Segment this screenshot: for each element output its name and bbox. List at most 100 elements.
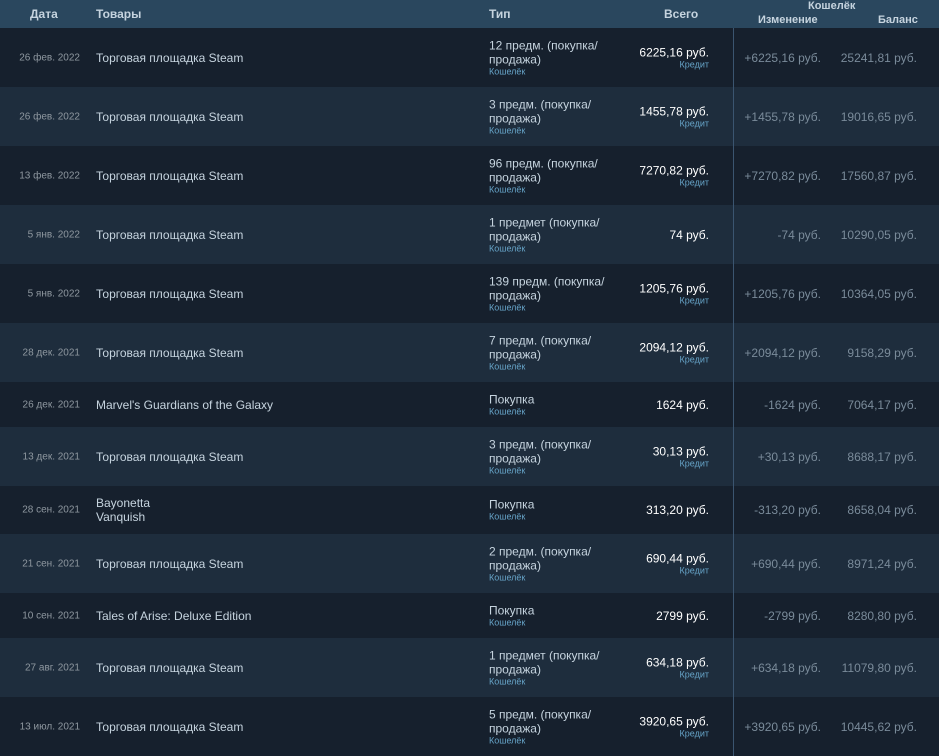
row-type: 139 предм. (покупка/ продажа) Кошелёк <box>489 274 629 313</box>
type-label: 1 предмет (покупка/ продажа) <box>489 215 600 243</box>
row-wallet-balance: 9158,29 руб. <box>847 345 917 360</box>
type-source: Кошелёк <box>489 511 526 522</box>
item-name[interactable]: Торговая площадка Steam <box>96 557 243 571</box>
row-wallet-change: -1624 руб. <box>764 397 821 412</box>
row-type: 96 предм. (покупка/ продажа) Кошелёк <box>489 156 629 195</box>
type-source: Кошелёк <box>489 465 526 475</box>
row-total: 1455,78 руб. Кредит <box>639 104 709 129</box>
total-credit-label: Кредит <box>679 669 709 679</box>
type-label: 3 предм. (покупка/ продажа) <box>489 437 592 465</box>
row-wallet-balance: 11079,80 руб. <box>841 660 917 675</box>
total-credit-label: Кредит <box>679 728 709 738</box>
table-row[interactable]: 28 дек. 2021 Торговая площадка Steam 7 пре… <box>0 323 939 382</box>
row-wallet-change: +1455,78 руб. <box>744 109 821 124</box>
row-items: Торговая площадка Steam <box>96 661 243 675</box>
wallet-column-divider <box>733 382 734 427</box>
row-type: 12 предм. (покупка/ продажа) Кошелёк <box>489 38 629 77</box>
table-row[interactable]: 13 фев. 2022 Торговая площадка Steam 96 пр… <box>0 146 939 205</box>
total-credit-label: Кредит <box>679 118 709 128</box>
row-items: Торговая площадка Steam <box>96 720 243 734</box>
wallet-column-divider <box>733 87 734 146</box>
total-credit-label: Кредит <box>679 354 709 364</box>
row-wallet-balance: 7064,17 руб. <box>847 397 917 412</box>
item-name[interactable]: Торговая площадка Steam <box>96 720 243 734</box>
total-amount: 2094,12 руб. <box>639 340 709 354</box>
wallet-history-table: Дата Товары Тип Всего Кошелёк Изменение … <box>0 0 939 756</box>
row-items: Торговая площадка Steam <box>96 287 243 301</box>
row-wallet-balance: 8971,24 руб. <box>847 556 917 571</box>
table-row[interactable]: 21 сен. 2021 Торговая площадка Steam 2 пре… <box>0 534 939 593</box>
row-items: Торговая площадка Steam <box>96 51 243 65</box>
row-wallet-change: +7270,82 руб. <box>744 168 821 183</box>
item-name[interactable]: Торговая площадка Steam <box>96 110 243 124</box>
table-row[interactable]: 26 фев. 2022 Торговая площадка Steam 12 пр… <box>0 28 939 87</box>
item-name[interactable]: Vanquish <box>96 510 150 524</box>
header-wallet: Кошелёк <box>808 0 856 12</box>
total-credit-label: Кредит <box>679 458 709 468</box>
row-total: 30,13 руб. Кредит <box>653 444 709 469</box>
total-credit-label: Кредит <box>679 177 709 187</box>
row-date: 5 янв. 2022 <box>27 229 80 240</box>
type-source: Кошелёк <box>489 676 526 686</box>
type-label: Покупка <box>489 603 535 617</box>
total-amount: 74 руб. <box>669 227 709 242</box>
row-wallet-balance: 10445,62 руб. <box>840 719 917 734</box>
row-wallet-change: +634,18 руб. <box>751 660 821 675</box>
type-label: 2 предм. (покупка/ продажа) <box>489 544 592 572</box>
table-row[interactable]: 13 дек. 2021 Торговая площадка Steam 3 пре… <box>0 427 939 486</box>
row-items: Bayonetta Vanquish <box>96 496 150 524</box>
type-source: Кошелёк <box>489 243 526 253</box>
item-name[interactable]: Торговая площадка Steam <box>96 51 243 65</box>
item-name[interactable]: Торговая площадка Steam <box>96 287 243 301</box>
type-label: Покупка <box>489 392 535 406</box>
total-amount: 313,20 руб. <box>646 503 709 517</box>
table-row[interactable]: 26 фев. 2022 Торговая площадка Steam 3 пре… <box>0 87 939 146</box>
table-row[interactable]: 13 июл. 2021 Торговая площадка Steam 5 пре… <box>0 697 939 756</box>
row-total: 1205,76 руб. Кредит <box>639 281 709 306</box>
type-source: Кошелёк <box>489 184 526 194</box>
item-name[interactable]: Торговая площадка Steam <box>96 346 243 360</box>
item-name[interactable]: Торговая площадка Steam <box>96 661 243 675</box>
item-name[interactable]: Торговая площадка Steam <box>96 450 243 464</box>
type-source: Кошелёк <box>489 406 526 416</box>
table-row[interactable]: 5 янв. 2022 Торговая площадка Steam 139 пр… <box>0 264 939 323</box>
row-type: 1 предмет (покупка/ продажа) Кошелёк <box>489 215 629 254</box>
row-type: 2 предм. (покупка/ продажа) Кошелёк <box>489 544 629 583</box>
type-label: 7 предм. (покупка/ продажа) <box>489 333 592 361</box>
header-type: Тип <box>489 7 511 21</box>
table-row[interactable]: 28 сен. 2021 Bayonetta Vanquish Покупка Коше… <box>0 486 939 534</box>
type-source: Кошелёк <box>489 66 526 76</box>
row-type: Покупка Кошелёк <box>489 603 629 628</box>
row-wallet-change: +2094,12 руб. <box>744 345 821 360</box>
table-row[interactable]: 10 сен. 2021 Tales of Arise: Deluxe Editi… <box>0 593 939 638</box>
type-label: 5 предм. (покупка/ продажа) <box>489 707 592 735</box>
wallet-column-divider <box>733 28 734 87</box>
item-name[interactable]: Bayonetta <box>96 496 150 510</box>
row-wallet-change: +1205,76 руб. <box>744 286 821 301</box>
table-row[interactable]: 27 авг. 2021 Торговая площадка Steam 1 пре… <box>0 638 939 697</box>
row-wallet-change: -313,20 руб. <box>754 503 821 517</box>
wallet-column-divider <box>733 534 734 593</box>
row-items: Торговая площадка Steam <box>96 346 243 360</box>
row-date: 28 сен. 2021 <box>22 504 80 516</box>
item-name[interactable]: Торговая площадка Steam <box>96 228 243 242</box>
row-items: Торговая площадка Steam <box>96 228 243 242</box>
total-amount: 1205,76 руб. <box>639 281 709 295</box>
header-balance: Баланс <box>878 14 918 26</box>
row-total: 634,18 руб. Кредит <box>646 655 709 680</box>
header-date[interactable]: Дата <box>30 7 58 21</box>
total-credit-label: Кредит <box>679 59 709 69</box>
type-source: Кошелёк <box>489 617 526 627</box>
row-wallet-balance: 8688,17 руб. <box>847 449 917 464</box>
total-credit-label: Кредит <box>679 565 709 575</box>
wallet-column-divider <box>733 486 734 534</box>
type-source: Кошелёк <box>489 572 526 582</box>
table-row[interactable]: 26 дек. 2021 Marvel's Guardians of the Ga… <box>0 382 939 427</box>
row-type: 7 предм. (покупка/ продажа) Кошелёк <box>489 333 629 372</box>
row-wallet-change: +3920,65 руб. <box>744 719 821 734</box>
item-name[interactable]: Tales of Arise: Deluxe Edition <box>96 609 251 623</box>
table-row[interactable]: 5 янв. 2022 Торговая площадка Steam 1 пред… <box>0 205 939 264</box>
item-name[interactable]: Marvel's Guardians of the Galaxy <box>96 398 273 412</box>
wallet-column-divider <box>733 205 734 264</box>
item-name[interactable]: Торговая площадка Steam <box>96 169 243 183</box>
